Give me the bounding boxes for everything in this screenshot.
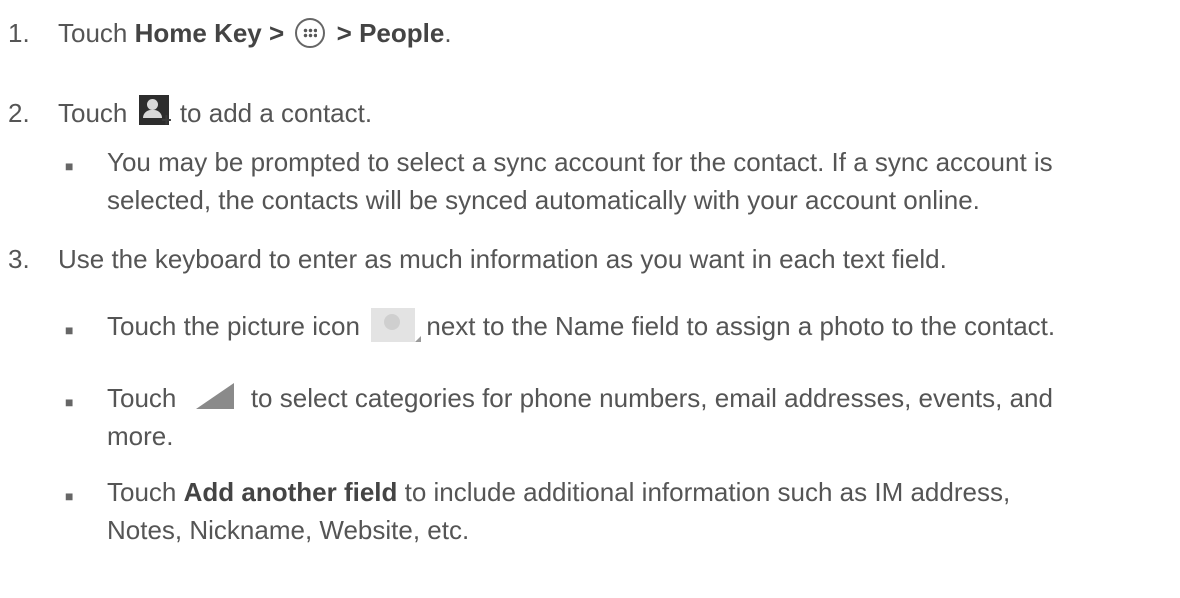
step-text: Use the keyboard to enter as much inform… <box>58 244 947 274</box>
add-contact-icon: + <box>138 95 172 129</box>
bullet-text-part: Touch the picture icon <box>107 311 368 341</box>
bullet-text: Touch the picture icon next to the Name … <box>107 308 1055 344</box>
step-number: 1. <box>8 18 30 48</box>
triangle-icon <box>195 383 234 410</box>
picture-icon <box>371 308 422 343</box>
bullet-text: Notes, Nickname, Website, etc. <box>107 515 470 545</box>
step-number: 3. <box>8 244 30 274</box>
bullet-marker: ■ <box>65 322 74 338</box>
home-key-label: Home Key > <box>134 18 285 48</box>
bullet-text: Touch to select categories for phone num… <box>107 380 1053 416</box>
step-text: to add a contact. <box>172 98 373 128</box>
step-text: Touch <box>58 98 135 128</box>
bullet-text: You may be prompted to select a sync acc… <box>107 147 1053 177</box>
bullet-text: Touch Add another field to include addit… <box>107 474 1010 510</box>
bullet-text-part: Touch <box>107 383 184 413</box>
step-number: 2. <box>8 98 30 128</box>
add-another-field-label: Add another field <box>183 477 398 507</box>
bullet-text: selected, the contacts will be synced au… <box>107 185 980 215</box>
bullet-text-part: next to the Name field to assign a photo… <box>419 311 1056 341</box>
bullet-marker: ■ <box>65 488 74 504</box>
bullet-marker: ■ <box>65 158 74 174</box>
bullet-text-part: to include additional information such a… <box>397 477 1011 507</box>
bullet-text-part: Touch <box>107 477 184 507</box>
step-text: . <box>444 18 452 48</box>
apps-icon <box>295 18 326 49</box>
bullet-text-part: to select categories for phone numbers, … <box>243 383 1053 413</box>
step-text: Touch <box>58 18 135 48</box>
bullet-marker: ■ <box>65 394 74 410</box>
bullet-text: more. <box>107 421 174 451</box>
people-label: > People <box>336 18 445 48</box>
